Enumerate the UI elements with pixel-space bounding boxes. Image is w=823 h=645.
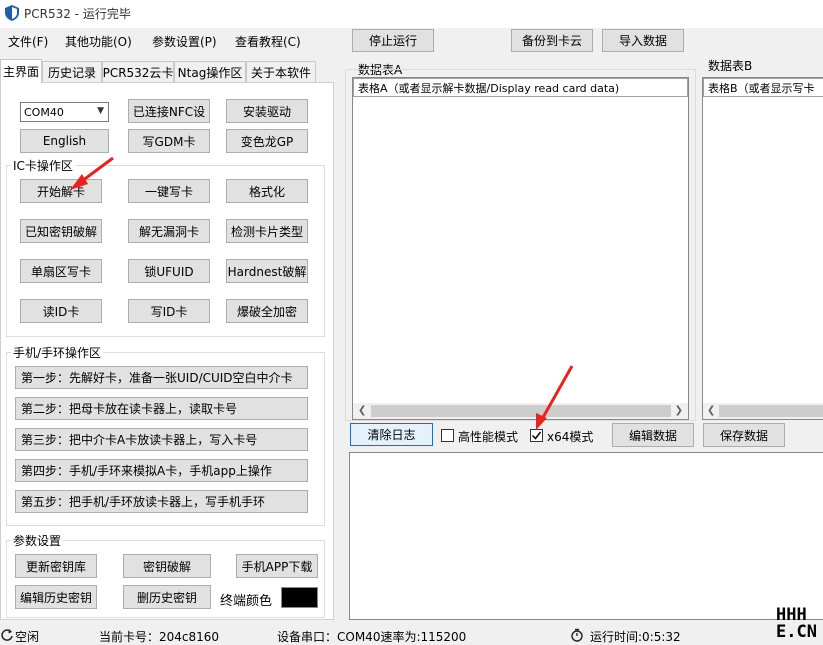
menu-param-settings[interactable]: 参数设置(P) bbox=[152, 33, 217, 50]
import-data-button[interactable]: 导入数据 bbox=[602, 29, 684, 52]
save-data-button[interactable]: 保存数据 bbox=[703, 423, 785, 447]
chameleon-gp-button[interactable]: 变色龙GP bbox=[226, 129, 308, 153]
com-port-value: COM40 bbox=[24, 105, 64, 119]
status-run-time: 运行时间:0:5:32 bbox=[590, 630, 681, 644]
clear-log-button[interactable]: 清除日志 bbox=[350, 423, 433, 446]
detect-card-type-button[interactable]: 检测卡片类型 bbox=[226, 219, 308, 243]
write-id-card-button[interactable]: 写ID卡 bbox=[128, 299, 210, 323]
tab-main[interactable]: 主界面 bbox=[0, 59, 42, 83]
table-b-header[interactable]: 表格B（或者显示写卡 bbox=[703, 78, 823, 97]
terminal-color-label: 终端颜色 bbox=[220, 594, 273, 609]
format-button[interactable]: 格式化 bbox=[226, 179, 308, 203]
scroll-left-icon[interactable]: ❮ bbox=[707, 405, 715, 416]
delete-history-keys-button[interactable]: 删历史密钥 bbox=[123, 585, 211, 609]
status-device-port: 设备串口：COM40速率为:115200 bbox=[277, 630, 467, 644]
update-key-library-button[interactable]: 更新密钥库 bbox=[15, 554, 97, 578]
phone-step-2-button[interactable]: 第二步：把母卡放在读卡器上，读取卡号 bbox=[15, 397, 308, 420]
x64-mode-label: x64模式 bbox=[547, 430, 594, 444]
high-performance-checkbox[interactable] bbox=[441, 429, 454, 442]
chevron-down-icon: ▼ bbox=[97, 106, 104, 116]
table-b-hscrollbar[interactable]: ❮ bbox=[703, 403, 823, 419]
phone-step-5-button[interactable]: 第五步：把手机/手环放读卡器上，写手机手环 bbox=[15, 490, 308, 513]
app-download-button[interactable]: 手机APP下载 bbox=[236, 554, 318, 578]
backup-cloud-button[interactable]: 备份到卡云 bbox=[511, 29, 593, 52]
log-textarea[interactable] bbox=[349, 452, 823, 620]
com-port-select[interactable]: COM40 ▼ bbox=[20, 102, 109, 122]
param-group-label: 参数设置 bbox=[11, 532, 64, 549]
single-sector-write-button[interactable]: 单扇区写卡 bbox=[20, 259, 102, 283]
scroll-thumb[interactable] bbox=[371, 405, 671, 417]
menu-file[interactable]: 文件(F) bbox=[8, 33, 48, 50]
tab-ntag[interactable]: Ntag操作区 bbox=[174, 61, 246, 82]
table-a-list[interactable]: 表格A（或者显示解卡数据/Display read card data) ❮ ❯ bbox=[352, 77, 689, 420]
tab-pcr532-cloud[interactable]: PCR532云卡 bbox=[102, 61, 174, 82]
scroll-thumb[interactable] bbox=[719, 405, 823, 417]
known-key-crack-button[interactable]: 已知密钥破解 bbox=[20, 219, 102, 243]
refresh-icon bbox=[1, 629, 13, 641]
read-id-card-button[interactable]: 读ID卡 bbox=[20, 299, 102, 323]
one-click-write-button[interactable]: 一键写卡 bbox=[128, 179, 210, 203]
brute-force-encrypted-button[interactable]: 爆破全加密 bbox=[226, 299, 308, 323]
lock-ufuid-button[interactable]: 锁UFUID bbox=[128, 259, 210, 283]
high-performance-label: 高性能模式 bbox=[458, 430, 519, 444]
phone-step-3-button[interactable]: 第三步：把中介卡A卡放读卡器上，写入卡号 bbox=[15, 428, 308, 451]
table-b-label: 数据表B bbox=[708, 59, 753, 73]
tab-about[interactable]: 关于本软件 bbox=[246, 61, 316, 82]
no-vuln-card-button[interactable]: 解无漏洞卡 bbox=[128, 219, 210, 243]
stop-run-button[interactable]: 停止运行 bbox=[352, 29, 434, 52]
table-a-header[interactable]: 表格A（或者显示解卡数据/Display read card data) bbox=[353, 78, 688, 97]
nfc-connected-button[interactable]: 已连接NFC设 bbox=[128, 99, 210, 123]
watermark-logo: HHH E.CN bbox=[776, 605, 817, 642]
x64-mode-checkbox[interactable] bbox=[530, 429, 543, 442]
hardnest-crack-button[interactable]: Hardnest破解 bbox=[226, 259, 308, 283]
phone-step-4-button[interactable]: 第四步：手机/手环来模拟A卡，手机app上操作 bbox=[15, 459, 308, 482]
ic-group-label: IC卡操作区 bbox=[11, 157, 75, 174]
scroll-right-icon[interactable]: ❯ bbox=[675, 405, 683, 416]
start-decode-button[interactable]: 开始解卡 bbox=[20, 179, 102, 203]
menu-view-tutorial[interactable]: 查看教程(C) bbox=[235, 33, 301, 50]
status-state: 空闲 bbox=[15, 630, 40, 644]
write-gdm-button[interactable]: 写GDM卡 bbox=[128, 129, 210, 153]
table-b-list[interactable]: 表格B（或者显示写卡 ❮ bbox=[702, 77, 823, 420]
terminal-color-swatch[interactable] bbox=[281, 587, 318, 608]
scroll-left-icon[interactable]: ❮ bbox=[358, 405, 366, 416]
edit-history-keys-button[interactable]: 编辑历史密钥 bbox=[15, 585, 97, 609]
phone-step-1-button[interactable]: 第一步：先解好卡，准备一张UID/CUID空白中介卡 bbox=[15, 366, 308, 389]
key-crack-button[interactable]: 密钥破解 bbox=[123, 554, 211, 578]
app-shield-icon bbox=[5, 5, 19, 21]
window-title: PCR532 - 运行完毕 bbox=[24, 7, 131, 21]
status-card-number: 当前卡号：204c8160 bbox=[99, 630, 220, 644]
checkmark-icon bbox=[531, 431, 542, 440]
phone-group-label: 手机/手环操作区 bbox=[11, 344, 104, 361]
install-driver-button[interactable]: 安装驱动 bbox=[226, 99, 308, 123]
stopwatch-icon bbox=[571, 628, 583, 642]
menu-other-functions[interactable]: 其他功能(O) bbox=[65, 33, 132, 50]
english-button[interactable]: English bbox=[20, 129, 109, 153]
tab-history[interactable]: 历史记录 bbox=[42, 61, 102, 82]
table-a-hscrollbar[interactable]: ❮ ❯ bbox=[353, 403, 688, 419]
edit-data-button[interactable]: 编辑数据 bbox=[612, 423, 694, 447]
